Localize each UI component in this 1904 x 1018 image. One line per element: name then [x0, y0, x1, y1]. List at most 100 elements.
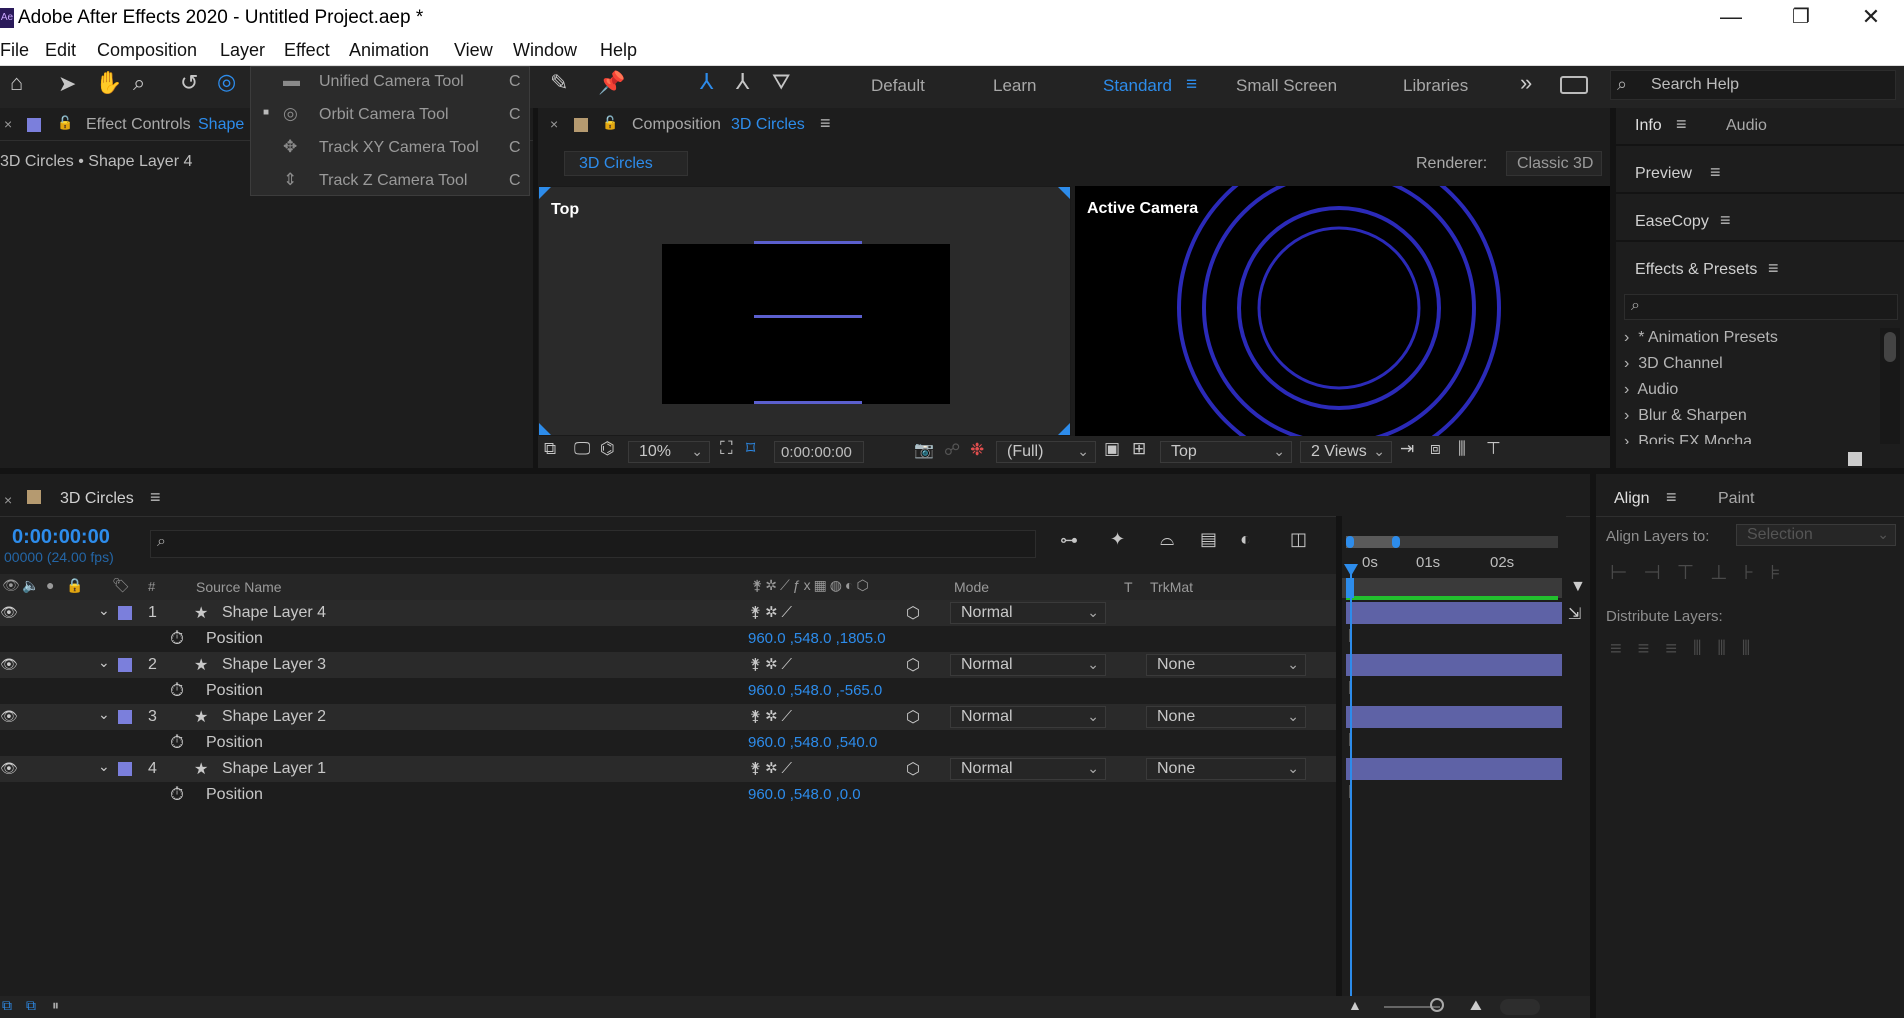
unified-camera-tool-item[interactable]: ▬ Unified Camera Tool C: [251, 67, 531, 100]
tree-item[interactable]: › * Animation Presets: [1624, 329, 1778, 347]
audio-icon[interactable]: 🔈: [22, 577, 39, 594]
chevron-down-icon[interactable]: ⌄: [98, 758, 110, 775]
layer-duration-bar[interactable]: [1346, 654, 1562, 676]
layer-switches-toggle-icon[interactable]: ⧉: [2, 997, 12, 1014]
stopwatch-icon[interactable]: ⏱: [170, 784, 184, 805]
fit-frame-icon[interactable]: ⛶: [720, 438, 733, 459]
toggle-pixel-aspect-icon[interactable]: ⇥: [1400, 439, 1414, 459]
stopwatch-icon[interactable]: ⏱: [170, 732, 184, 753]
renderer-selector[interactable]: Classic 3D: [1506, 151, 1602, 176]
workspace-libraries[interactable]: Libraries: [1403, 76, 1468, 96]
align-tab[interactable]: Align: [1614, 490, 1650, 508]
menu-animation[interactable]: Animation: [349, 40, 429, 61]
current-time-indicator[interactable]: [1350, 570, 1352, 1018]
effect-controls-tab-label[interactable]: Effect Controls: [86, 116, 191, 134]
layer-row[interactable]: 👁 ⌄ 3 ★ Shape Layer 2 ⚵✲⟋ ⬡ Normal ⌄ None…: [0, 704, 1340, 730]
draft-3d-icon[interactable]: ✦: [1110, 529, 1125, 550]
menu-help[interactable]: Help: [600, 40, 637, 61]
region-of-interest-icon[interactable]: ⌑: [746, 438, 755, 459]
view-layout-dropdown[interactable]: 2 Views ⌄: [1300, 441, 1392, 463]
close-panel-icon[interactable]: ×: [550, 116, 558, 132]
motion-blur-icon[interactable]: ◐: [1240, 529, 1251, 550]
channels-icon[interactable]: ❉: [970, 440, 984, 460]
zoom-in-icon[interactable]: ⛰: [1470, 997, 1482, 1014]
stopwatch-icon[interactable]: ⏱: [170, 680, 184, 701]
work-area-range[interactable]: [1346, 596, 1558, 600]
rotation-tool-icon[interactable]: ↺: [180, 70, 198, 96]
workspace-learn[interactable]: Learn: [993, 76, 1036, 96]
zoom-slider-thumb[interactable]: [1430, 998, 1444, 1012]
view-axis-mode-icon[interactable]: ⛛: [772, 69, 790, 95]
menu-layer[interactable]: Layer: [220, 40, 265, 61]
menu-view[interactable]: View: [454, 40, 493, 61]
panel-menu-icon[interactable]: ≡: [1768, 258, 1779, 279]
panel-menu-icon[interactable]: ≡: [1676, 114, 1687, 135]
chevron-down-icon[interactable]: ⌄: [98, 602, 110, 619]
position-value[interactable]: 960.0 ,548.0 ,0.0: [748, 786, 861, 803]
visibility-eye-icon[interactable]: 👁: [0, 604, 18, 621]
search-help-field[interactable]: ⌕ Search Help: [1610, 70, 1896, 100]
snapshot-camera-icon[interactable]: 📷: [914, 440, 934, 460]
3d-layer-cube-icon[interactable]: ⬡: [906, 759, 920, 779]
workspace-default[interactable]: Default: [871, 76, 925, 96]
pin-tool-icon[interactable]: 📌: [598, 70, 625, 96]
zoom-out-icon[interactable]: ▲: [1348, 997, 1362, 1013]
track-matte-dropdown[interactable]: None ⌄: [1146, 706, 1306, 728]
position-value[interactable]: 960.0 ,548.0 ,-565.0: [748, 682, 882, 699]
effects-presets-tab[interactable]: Effects & Presets: [1635, 261, 1757, 279]
layer-name[interactable]: Shape Layer 1: [222, 760, 326, 778]
layer-row[interactable]: 👁 ⌄ 1 ★ Shape Layer 4 ⚵✲⟋ ⬡ Normal ⌄: [0, 600, 1340, 626]
position-value[interactable]: 960.0 ,548.0 ,1805.0: [748, 630, 886, 647]
audio-tab[interactable]: Audio: [1726, 117, 1767, 135]
3d-layer-cube-icon[interactable]: ⬡: [906, 707, 920, 727]
transfer-controls-toggle-icon[interactable]: ⧉: [26, 997, 36, 1014]
composition-tab-name[interactable]: 3D Circles: [731, 116, 805, 134]
in-out-toggle-icon[interactable]: ⏸: [52, 997, 59, 1014]
current-time-display[interactable]: 0:00:00:00: [774, 441, 864, 463]
blend-mode-dropdown[interactable]: Normal ⌄: [950, 758, 1106, 780]
puppet-tool-icon[interactable]: ✎: [550, 70, 568, 96]
layer-duration-bar[interactable]: [1346, 602, 1562, 624]
chevron-down-icon[interactable]: ⌄: [98, 706, 110, 723]
more-workspaces-icon[interactable]: »: [1520, 70, 1532, 96]
scrollbar-thumb[interactable]: [1884, 332, 1896, 362]
scroll-nub[interactable]: [1500, 999, 1540, 1015]
monitor-icon[interactable]: 🖵: [574, 439, 590, 459]
new-folder-icon[interactable]: [1848, 452, 1862, 466]
active-camera-viewer[interactable]: Active Camera: [1075, 186, 1610, 436]
flowchart-icon[interactable]: ⊤: [1486, 439, 1501, 459]
layer-label-swatch[interactable]: [118, 762, 132, 776]
panel-menu-icon[interactable]: ≡: [1666, 487, 1677, 508]
track-matte-dropdown[interactable]: None ⌄: [1146, 758, 1306, 780]
sync-settings-icon[interactable]: [1560, 76, 1588, 94]
hide-shy-layers-icon[interactable]: ⌓: [1160, 529, 1174, 550]
blend-mode-dropdown[interactable]: Normal ⌄: [950, 706, 1106, 728]
track-matte-dropdown[interactable]: None ⌄: [1146, 654, 1306, 676]
layer-duration-bar[interactable]: [1346, 758, 1562, 780]
workspace-small-screen[interactable]: Small Screen: [1236, 76, 1337, 96]
panel-menu-icon[interactable]: ≡: [1720, 210, 1731, 231]
layer-switches-icons[interactable]: ⚵✲⟋: [750, 603, 796, 621]
orbit-camera-tool-icon[interactable]: ◎: [217, 69, 236, 95]
layer-label-swatch[interactable]: [118, 658, 132, 672]
composition-mini-flowchart-icon[interactable]: ⊶: [1060, 530, 1078, 551]
zoom-tool-icon[interactable]: ⌕: [133, 70, 145, 96]
track-xy-camera-tool-item[interactable]: ✥ Track XY Camera Tool C: [251, 133, 531, 166]
restore-button[interactable]: ❐: [1766, 0, 1836, 37]
layer-switches-icons[interactable]: ⚵✲⟋: [750, 655, 796, 673]
menu-file[interactable]: File: [0, 40, 29, 61]
video-eye-icon[interactable]: 👁: [2, 577, 20, 594]
magnification-dropdown[interactable]: 10% ⌄: [628, 441, 710, 463]
current-time-timecode[interactable]: 0:00:00:00: [12, 526, 110, 549]
resolution-dropdown[interactable]: (Full) ⌄: [996, 441, 1096, 463]
distribute-buttons-icons[interactable]: ≡≡≡⫴⫴⫴: [1610, 638, 1766, 661]
always-preview-icon[interactable]: ⧉: [544, 439, 556, 459]
layer-switches-icons[interactable]: ⚵✲⟋: [750, 759, 796, 777]
composition-tab-label[interactable]: Composition: [632, 116, 721, 134]
tree-item[interactable]: › 3D Channel: [1624, 355, 1723, 373]
effects-scrollbar[interactable]: [1880, 328, 1900, 444]
lock-icon[interactable]: 🔓: [57, 115, 73, 131]
align-buttons-icons[interactable]: ⊢⊣⊤⊥⊦⊧: [1610, 560, 1797, 585]
visibility-eye-icon[interactable]: 👁: [0, 708, 18, 725]
layer-duration-bar[interactable]: [1346, 706, 1562, 728]
